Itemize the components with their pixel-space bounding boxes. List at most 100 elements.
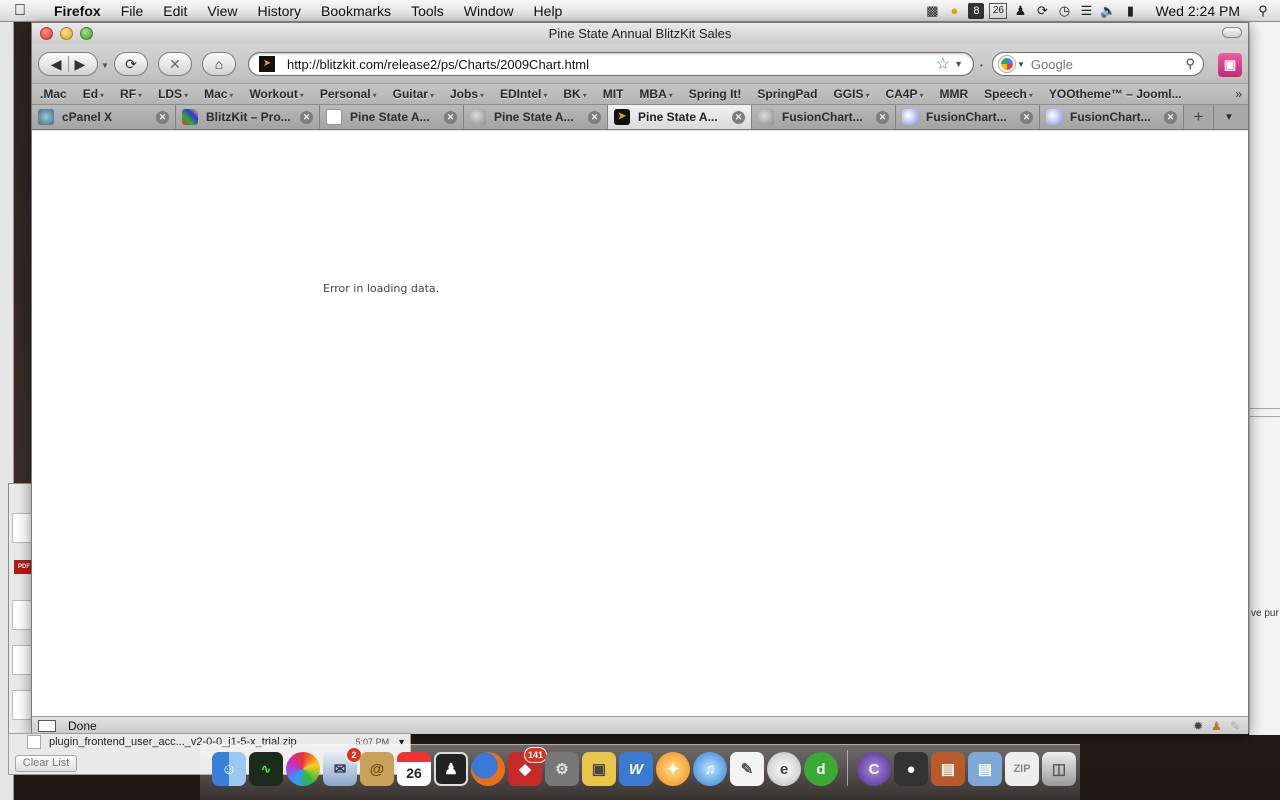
bookmark-item[interactable]: YOOtheme™ – Jooml...	[1041, 87, 1190, 101]
eight-icon[interactable]: 8	[968, 2, 985, 19]
menu-firefox[interactable]: Firefox	[40, 0, 111, 22]
tab-close-icon[interactable]: ✕	[1020, 110, 1033, 124]
bookmark-item[interactable]: Ed ▾	[75, 87, 112, 101]
bookmark-item[interactable]: MBA ▾	[631, 87, 680, 101]
spotlight-search-icon[interactable]: ⚲	[1252, 0, 1274, 22]
url-bar[interactable]: ➤ http://blitzkit.com/release2/ps/Charts…	[248, 52, 974, 76]
addon-figure-icon[interactable]: ♟	[1211, 719, 1222, 733]
battery-icon[interactable]: ▮	[1119, 0, 1141, 22]
resize-grip-icon[interactable]: ✎	[1230, 719, 1240, 733]
tab[interactable]: cPanel X ✕	[32, 105, 176, 129]
briefcase-icon[interactable]: ▩	[921, 0, 943, 22]
folder-app-dock-icon[interactable]: ▤	[931, 752, 965, 786]
engine-dropdown-icon[interactable]: ▼	[1017, 60, 1025, 69]
trash-dock-icon[interactable]: ◫	[1042, 752, 1076, 786]
tab-active[interactable]: ➤ Pine State A... ✕	[608, 105, 752, 129]
tab[interactable]: FusionChart... ✕	[1040, 105, 1184, 129]
picasa-dock-icon[interactable]	[286, 752, 320, 786]
bookmark-item[interactable]: EDIntel ▾	[492, 87, 555, 101]
tab[interactable]: Pine State A... ✕	[320, 105, 464, 129]
bookmark-star-icon[interactable]: ☆	[936, 54, 950, 74]
zip-file-icon[interactable]	[12, 600, 32, 630]
menu-tools[interactable]: Tools	[401, 0, 454, 22]
search-bar[interactable]: ▼ ⚲	[992, 52, 1204, 76]
menu-view[interactable]: View	[197, 0, 247, 22]
close-window-button[interactable]	[40, 27, 53, 40]
activity-monitor-dock-icon[interactable]: ∿	[249, 752, 283, 786]
google-engine-icon[interactable]	[999, 56, 1015, 72]
url-dropdown-icon[interactable]: ▼	[954, 59, 963, 69]
finder-dock-icon[interactable]: ☺	[212, 752, 246, 786]
bookmark-item[interactable]: RF ▾	[112, 87, 150, 101]
bookmark-item[interactable]: Guitar ▾	[385, 87, 442, 101]
toolbar-toggle-button[interactable]	[1222, 27, 1242, 38]
calendar-icon[interactable]: 26	[989, 2, 1008, 19]
forward-arrow-icon[interactable]: ▶	[75, 56, 86, 73]
bookmark-item[interactable]: BK ▾	[555, 87, 594, 101]
bookmark-item[interactable]: Mac ▾	[196, 87, 241, 101]
firefox-dock-icon[interactable]	[471, 752, 505, 786]
tab-close-icon[interactable]: ✕	[1164, 110, 1177, 124]
menu-bookmarks[interactable]: Bookmarks	[311, 0, 401, 22]
menu-edit[interactable]: Edit	[153, 0, 197, 22]
back-forward-button[interactable]: ◀ ▶	[38, 52, 98, 76]
sync-icon[interactable]: ⟳	[1031, 0, 1053, 22]
itunes-remote-dock-icon[interactable]: ♟	[434, 752, 468, 786]
clear-list-button[interactable]: Clear List	[15, 755, 77, 772]
cart-extension-icon[interactable]: ▣	[1218, 53, 1242, 77]
itunes-dock-icon[interactable]: ♫	[693, 752, 727, 786]
tab-close-icon[interactable]: ✕	[876, 110, 889, 124]
back-arrow-icon[interactable]: ◀	[51, 56, 62, 73]
bookmark-item[interactable]: Speech ▾	[976, 87, 1041, 101]
tab-close-icon[interactable]: ✕	[156, 110, 169, 124]
zip-file-icon[interactable]	[12, 645, 32, 675]
tab[interactable]: FusionChart... ✕	[896, 105, 1040, 129]
minimize-window-button[interactable]	[60, 27, 73, 40]
ical-dock-icon[interactable]: 26	[397, 752, 431, 786]
tab-list-icon[interactable]: ▼	[1214, 105, 1244, 129]
bookmark-item[interactable]: SpringPad	[749, 87, 825, 101]
zip-file-icon[interactable]	[12, 513, 32, 543]
safari-dock-icon[interactable]: ✦	[656, 752, 690, 786]
menu-history[interactable]: History	[247, 0, 311, 22]
menu-window[interactable]: Window	[454, 0, 524, 22]
zoom-window-button[interactable]	[80, 27, 93, 40]
volume-icon[interactable]: 🔈	[1097, 0, 1119, 22]
bookmark-item[interactable]: LDS ▾	[150, 87, 196, 101]
tab-close-icon[interactable]: ✕	[732, 110, 745, 124]
stop-button[interactable]: ✕	[158, 52, 192, 76]
bookmark-item[interactable]: Personal ▾	[312, 87, 385, 101]
bookmark-item[interactable]: .Mac	[32, 87, 75, 101]
bookmark-item[interactable]: MIT	[595, 87, 632, 101]
window-titlebar[interactable]: Pine State Annual BlitzKit Sales	[32, 23, 1248, 44]
bookmark-item[interactable]: Jobs ▾	[442, 87, 492, 101]
apple-menu-icon[interactable]: 	[0, 2, 40, 20]
time-machine-icon[interactable]: ◷	[1053, 0, 1075, 22]
address-book-dock-icon[interactable]: @	[360, 752, 394, 786]
menu-help[interactable]: Help	[524, 0, 573, 22]
dreamweaver-dock-icon[interactable]: d	[804, 752, 838, 786]
tab[interactable]: BlitzKit – Pro... ✕	[176, 105, 320, 129]
transmit-dock-icon[interactable]: ▣	[582, 752, 616, 786]
home-button[interactable]: ⌂	[202, 52, 236, 76]
search-input[interactable]	[1030, 56, 1171, 72]
menu-file[interactable]: File	[111, 0, 154, 22]
tab-close-icon[interactable]: ✕	[300, 110, 313, 124]
tab[interactable]: Pine State A... ✕	[464, 105, 608, 129]
word-dock-icon[interactable]: W	[619, 752, 653, 786]
expression-dock-icon[interactable]: e	[767, 752, 801, 786]
zip-stack-dock-icon[interactable]: ZIP	[1005, 752, 1039, 786]
search-icon[interactable]: ⚲	[1185, 56, 1195, 72]
reload-button[interactable]: ⟳	[114, 52, 148, 76]
system-preferences-dock-icon[interactable]: ⚙	[545, 752, 579, 786]
documents-stack-dock-icon[interactable]: ▤	[968, 752, 1002, 786]
bookmark-item[interactable]: MMR	[932, 87, 977, 101]
bookmarks-overflow-icon[interactable]: »	[1235, 87, 1248, 101]
textedit-dock-icon[interactable]: ✎	[730, 752, 764, 786]
url-text[interactable]: http://blitzkit.com/release2/ps/Charts/2…	[287, 57, 936, 72]
history-dropdown-icon[interactable]: ▼	[101, 61, 109, 70]
app-dock-icon[interactable]: ◆ 141	[508, 747, 547, 786]
site-favicon-icon[interactable]: ➤	[259, 56, 275, 72]
zip-file-icon[interactable]	[12, 690, 32, 720]
bookmark-item[interactable]: Workout ▾	[241, 87, 311, 101]
